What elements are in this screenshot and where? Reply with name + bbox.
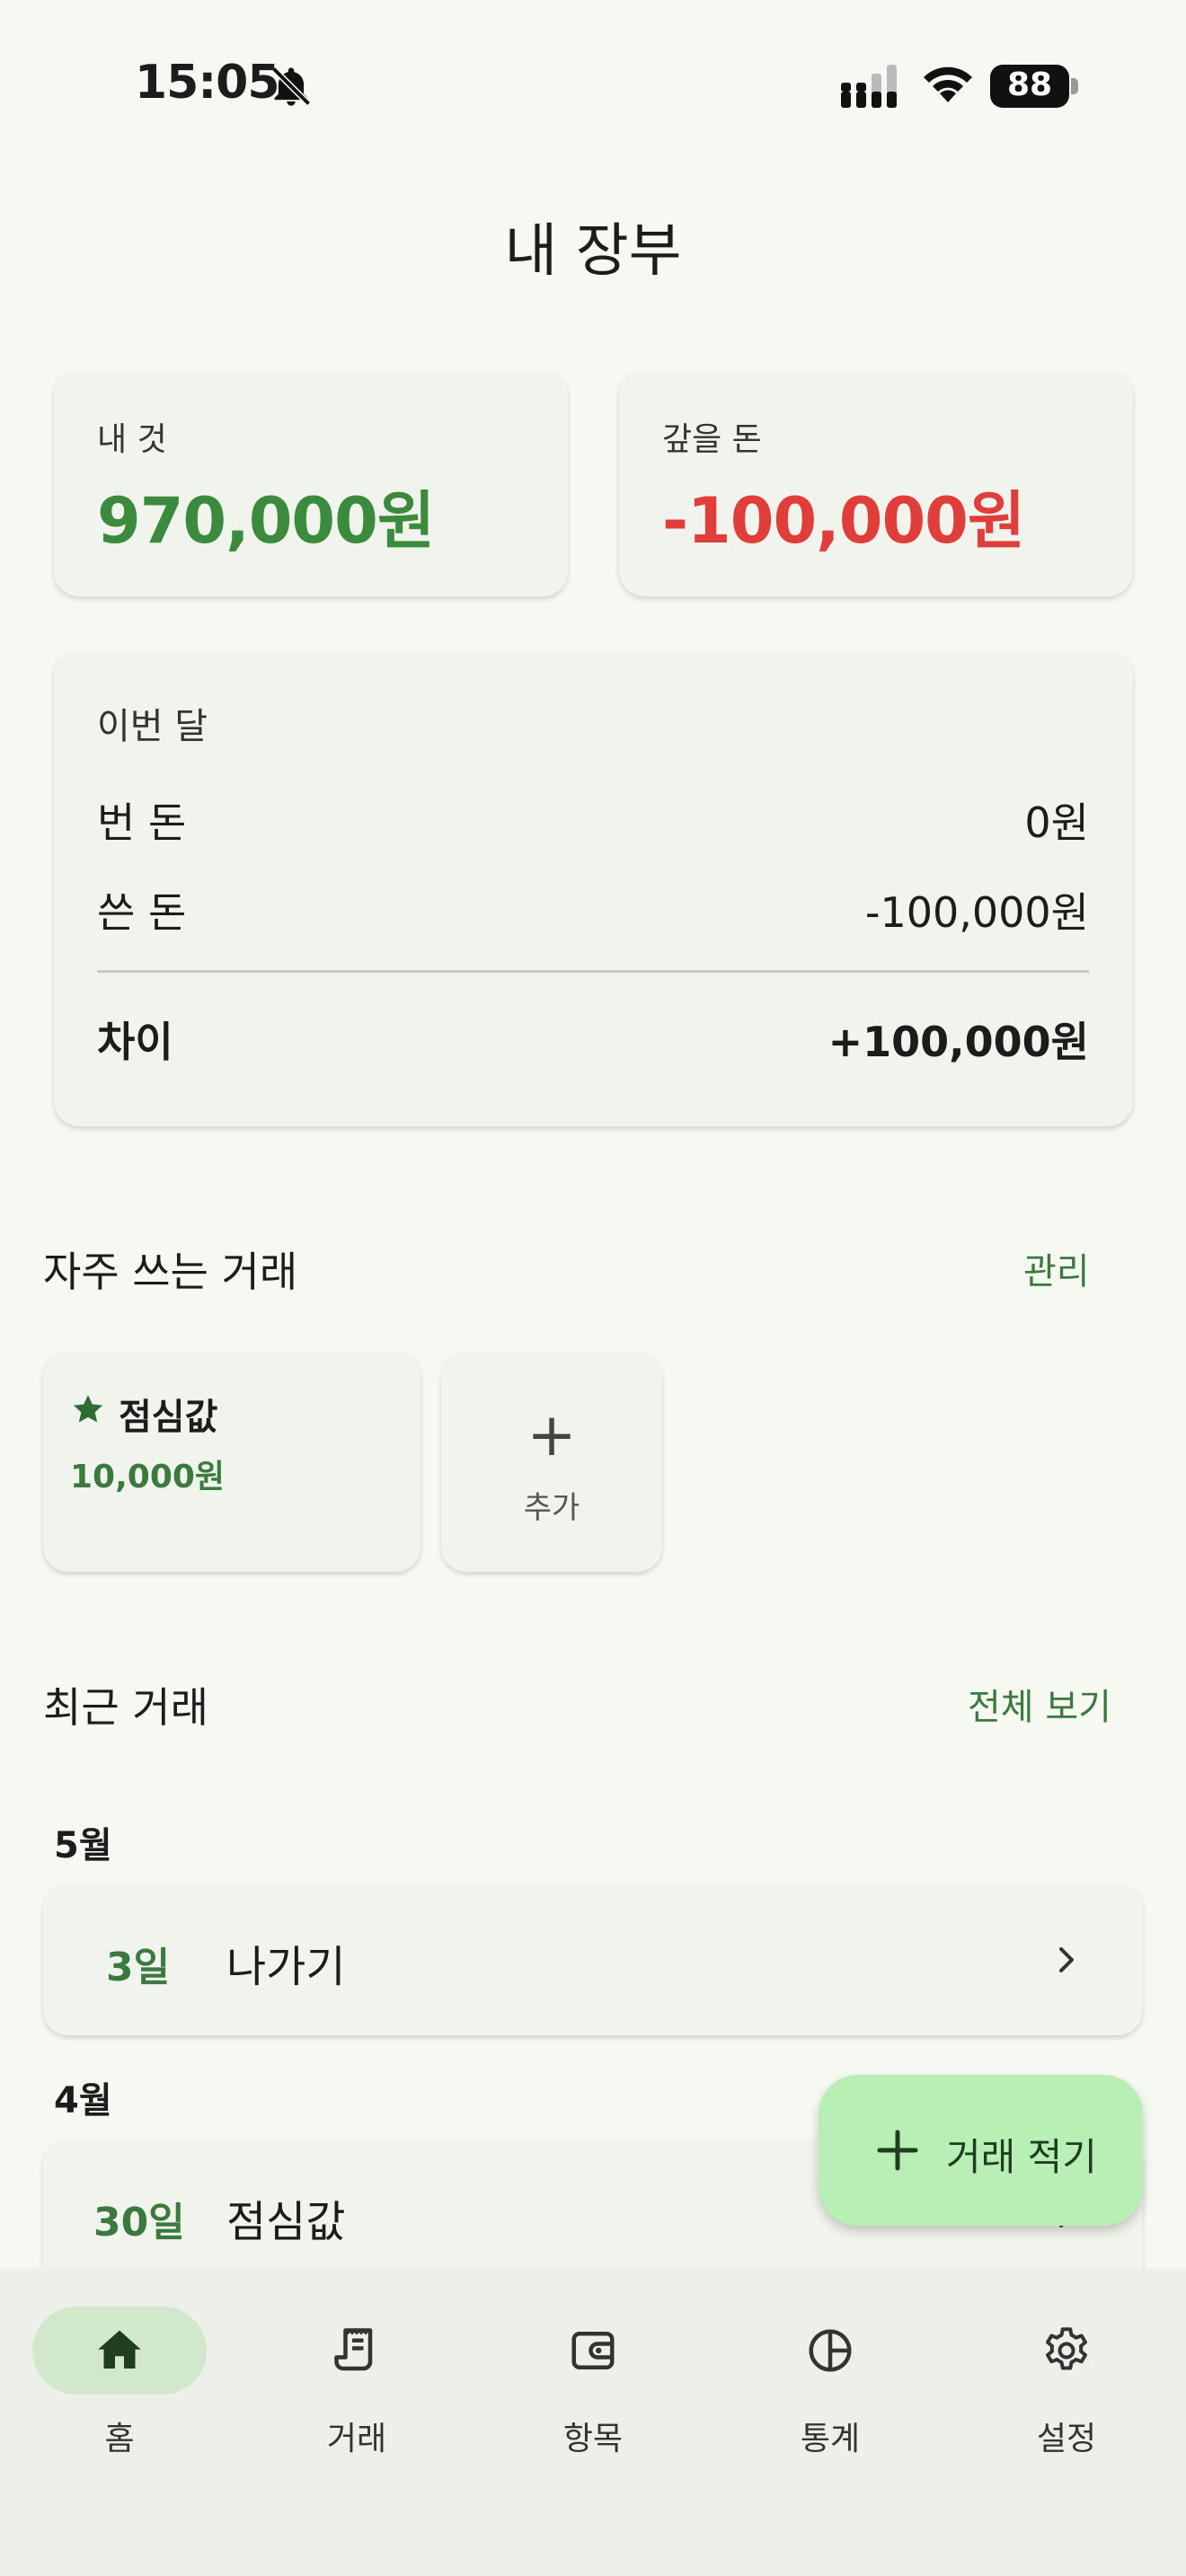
difference-value: +100,000원	[828, 1018, 1089, 1066]
nav-item-settings[interactable]: 설정	[979, 2307, 1159, 2468]
earned-label: 번 돈	[97, 798, 187, 847]
transaction-name: 나가기	[226, 1942, 346, 1992]
earned-value: 0원	[1024, 798, 1089, 847]
my-balance-label: 내 것	[97, 421, 167, 458]
wifi-icon	[924, 66, 972, 102]
battery-icon: 88	[990, 65, 1080, 110]
frequent-item-amount: 10,000원	[70, 1459, 226, 1495]
nav-item-transactions[interactable]: 거래	[270, 2307, 449, 2468]
gear-icon	[1046, 2327, 1087, 2370]
nav-label-transactions: 거래	[326, 2421, 387, 2457]
monthly-summary-title: 이번 달	[97, 706, 208, 747]
plus-icon: +	[527, 1400, 577, 1469]
owed-balance-amount: -100,000원	[662, 484, 1025, 558]
my-balance-card[interactable]: 내 것 970,000원	[54, 370, 568, 596]
add-transaction-label: 거래 적기	[946, 2135, 1097, 2179]
star-icon	[73, 1395, 103, 1423]
screen: 15:05 88 내 장부 내 것 970,000원 갚을 돈 -100,000…	[0, 0, 1186, 2576]
plus-icon	[877, 2130, 918, 2171]
add-transaction-fab[interactable]: 거래 적기	[819, 2075, 1143, 2226]
receipt-icon	[334, 2328, 373, 2371]
difference-label: 차이	[97, 1018, 173, 1066]
recent-section-title: 최근 거래	[43, 1683, 208, 1732]
owed-balance-card[interactable]: 갚을 돈 -100,000원	[619, 370, 1133, 596]
home-icon	[98, 2330, 141, 2369]
nav-item-home[interactable]: 홈	[32, 2307, 212, 2468]
nav-label-statistics: 통계	[800, 2421, 861, 2457]
chevron-right-icon	[1059, 1947, 1074, 1972]
nav-label-settings: 설정	[1036, 2421, 1097, 2457]
frequent-item-card[interactable]: 점심값 10,000원	[43, 1352, 420, 1572]
month-group-label: 4월	[54, 2080, 112, 2122]
bell-off-icon	[271, 66, 311, 106]
view-all-link[interactable]: 전체 보기	[968, 1678, 1111, 1730]
cellular-signal-icon	[841, 65, 897, 108]
owed-balance-label: 갚을 돈	[662, 421, 762, 458]
spent-value: -100,000원	[864, 888, 1089, 937]
battery-level: 88	[1006, 66, 1053, 103]
transaction-name: 점심값	[226, 2197, 346, 2247]
transaction-row[interactable]: 3일 나가기	[43, 1884, 1143, 2035]
bottom-navigation: 홈 거래 항목 통계 설정	[0, 2269, 1186, 2576]
frequent-section-title: 자주 쓰는 거래	[43, 1248, 298, 1296]
wallet-icon	[571, 2332, 615, 2369]
add-frequent-button[interactable]: + 추가	[441, 1352, 662, 1572]
status-bar: 15:05 88	[0, 0, 1186, 171]
add-frequent-label: 추가	[523, 1490, 580, 1526]
frequent-item-name: 점심값	[119, 1397, 218, 1438]
nav-item-statistics[interactable]: 통계	[743, 2307, 923, 2468]
summary-divider	[97, 970, 1089, 973]
nav-label-categories: 항목	[562, 2421, 624, 2457]
page-title: 내 장부	[504, 218, 682, 285]
spent-label: 쓴 돈	[97, 888, 187, 937]
manage-link[interactable]: 관리	[1023, 1242, 1090, 1294]
nav-item-categories[interactable]: 항목	[506, 2307, 686, 2468]
monthly-summary-card: 이번 달 번 돈 0원 쓴 돈 -100,000원 차이 +100,000원	[54, 650, 1133, 1126]
transaction-day: 3일	[106, 1945, 171, 1990]
transaction-day: 30일	[93, 2200, 185, 2245]
my-balance-amount: 970,000원	[97, 484, 435, 558]
status-time: 15:05	[135, 56, 280, 110]
month-group-label: 5월	[54, 1825, 112, 1866]
nav-label-home: 홈	[104, 2421, 135, 2457]
pie-chart-icon	[809, 2329, 852, 2372]
